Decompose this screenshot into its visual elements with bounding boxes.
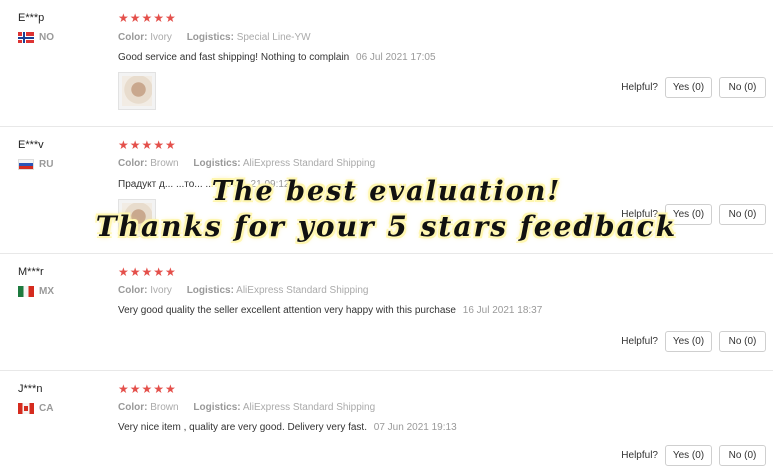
flag-icon: [18, 286, 34, 297]
helpful-no-button[interactable]: No (0): [719, 331, 766, 352]
logistics-value: AliExpress Standard Shipping: [236, 285, 369, 296]
review-comment: Very nice item , quality are very good. …: [118, 422, 457, 433]
star-rating: ★★★★★: [118, 138, 177, 152]
color-value: Brown: [150, 158, 179, 169]
country-code: MX: [39, 286, 54, 297]
reviewer-country: RU: [18, 159, 53, 170]
review-divider: [0, 253, 773, 254]
review-date: 16 Jul 2021 18:37: [462, 305, 543, 316]
review-comment: Very good quality the seller excellent a…: [118, 305, 542, 316]
flag-icon: [18, 403, 34, 414]
review-meta: Color: Brown Logistics: AliExpress Stand…: [118, 402, 387, 413]
comment-text: Very nice item , quality are very good. …: [118, 422, 367, 433]
color-label: Color:: [118, 285, 148, 296]
logistics-value: AliExpress Standard Shipping: [242, 158, 376, 169]
review-date: 06 Jul 2021 17:05: [356, 52, 436, 63]
color-label: Color:: [118, 402, 148, 413]
review-meta: Color: Ivory Logistics: Special Line-YW: [118, 32, 323, 43]
reviewer-country: NO: [18, 32, 54, 43]
helpful-label: Helpful?: [621, 450, 658, 461]
reviewer-country: CA: [18, 403, 53, 414]
logistics-label: Logistics:: [193, 158, 241, 169]
logistics-label: Logistics:: [193, 402, 241, 413]
color-value: Brown: [150, 402, 179, 413]
helpful-no-button[interactable]: No (0): [719, 445, 766, 466]
reviewer-name: E***p: [18, 12, 45, 24]
reviewer-country: MX: [18, 286, 54, 297]
review-photo-thumbnail[interactable]: [118, 72, 156, 110]
helpful-yes-button[interactable]: Yes (0): [665, 77, 712, 98]
review-meta: Color: Brown Logistics: AliExpress Stand…: [118, 158, 387, 169]
color-value: Ivory: [150, 32, 172, 43]
photo-image: [122, 76, 152, 106]
star-rating: ★★★★★: [118, 265, 177, 279]
review-divider: [0, 126, 773, 127]
review-date: 07 Jun 2021 19:13: [373, 422, 457, 433]
logistics-value: Special Line-YW: [236, 32, 311, 43]
helpful-controls: Helpful? Yes (0) No (0): [621, 331, 766, 352]
helpful-yes-button[interactable]: Yes (0): [665, 445, 712, 466]
helpful-label: Helpful?: [621, 336, 658, 347]
flag-icon: [18, 32, 34, 43]
review-divider: [0, 370, 773, 371]
country-code: RU: [39, 159, 54, 170]
reviewer-name: J***n: [18, 383, 43, 395]
country-code: NO: [39, 32, 54, 43]
flag-icon: [18, 159, 34, 170]
color-value: Ivory: [150, 285, 172, 296]
logistics-value: AliExpress Standard Shipping: [242, 402, 376, 413]
helpful-controls: Helpful? Yes (0) No (0): [621, 77, 766, 98]
reviewer-name: E***v: [18, 139, 44, 151]
review-meta: Color: Ivory Logistics: AliExpress Stand…: [118, 285, 380, 296]
helpful-controls: Helpful? Yes (0) No (0): [621, 445, 766, 466]
reviewer-name: M***r: [18, 266, 44, 278]
color-label: Color:: [118, 158, 148, 169]
star-rating: ★★★★★: [118, 11, 177, 25]
helpful-label: Helpful?: [621, 82, 658, 93]
comment-text: Good service and fast shipping! Nothing …: [118, 52, 350, 63]
country-code: CA: [39, 403, 54, 414]
promo-overlay-line1: The best evaluation!: [211, 176, 562, 207]
review-comment: Good service and fast shipping! Nothing …: [118, 52, 436, 63]
color-label: Color:: [118, 32, 148, 43]
comment-text: Very good quality the seller excellent a…: [118, 305, 456, 316]
promo-overlay-line2: Thanks for your 5 stars feedback: [95, 210, 678, 243]
helpful-no-button[interactable]: No (0): [719, 77, 766, 98]
helpful-yes-button[interactable]: Yes (0): [665, 331, 712, 352]
logistics-label: Logistics:: [186, 285, 234, 296]
logistics-label: Logistics:: [186, 32, 234, 43]
star-rating: ★★★★★: [118, 382, 177, 396]
